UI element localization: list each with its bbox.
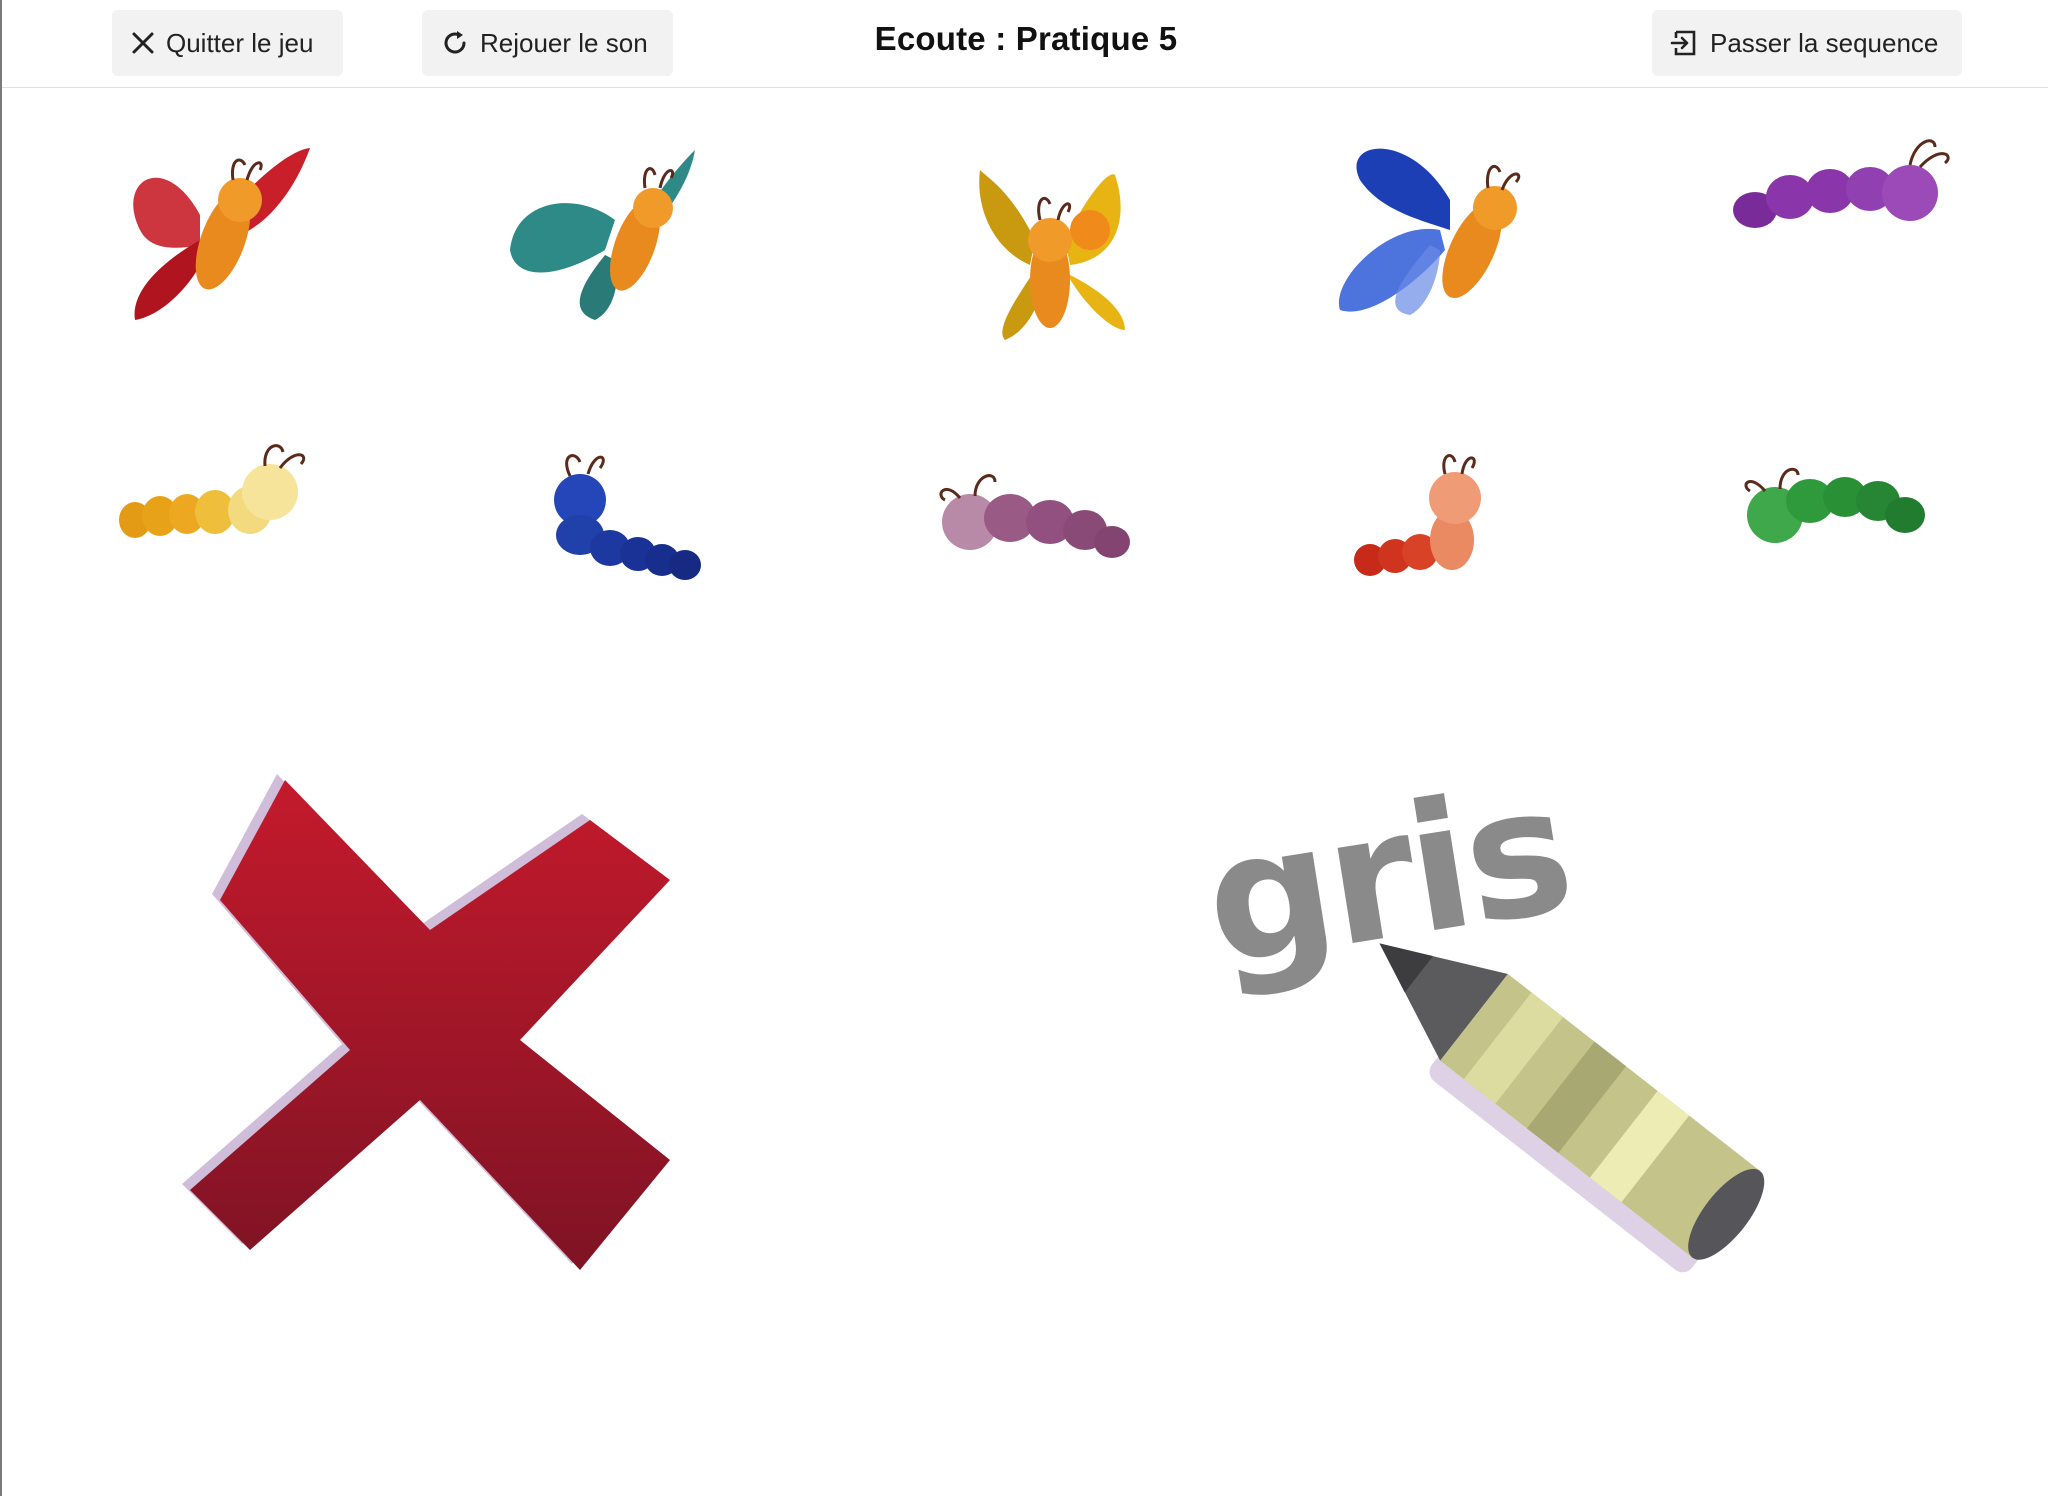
- blue-butterfly-icon: [1338, 148, 1521, 315]
- butterfly-teal-tile[interactable]: [505, 120, 735, 350]
- quit-game-button[interactable]: Quitter le jeu: [112, 10, 343, 76]
- butterfly-yellow-tile[interactable]: [940, 130, 1170, 360]
- yellow-caterpillar-icon: [119, 444, 306, 538]
- top-bar: Quitter le jeu Rejouer le son Ecoute : P…: [2, 0, 2048, 88]
- red-cross-icon: [182, 774, 670, 1270]
- teal-butterfly-icon: [510, 150, 695, 320]
- red-butterfly-icon: [133, 148, 310, 320]
- close-icon: [130, 30, 156, 56]
- caterpillar-mauve-tile[interactable]: [920, 440, 1150, 670]
- caterpillar-blue-tile[interactable]: [530, 430, 760, 660]
- purple-caterpillar-icon: [1733, 139, 1950, 228]
- caterpillar-red-tile[interactable]: [1340, 430, 1570, 660]
- red-caterpillar-icon: [1354, 454, 1481, 576]
- reload-icon: [440, 28, 470, 58]
- color-word-label: gris: [1192, 746, 1582, 1006]
- skip-sequence-label: Passer la sequence: [1710, 27, 1939, 58]
- game-screen: Quitter le jeu Rejouer le son Ecoute : P…: [0, 0, 2048, 1496]
- butterfly-blue-tile[interactable]: [1310, 120, 1540, 350]
- butterfly-red-tile[interactable]: [105, 120, 335, 350]
- window-edge: [0, 0, 2, 1496]
- caterpillar-green-tile[interactable]: [1730, 425, 1960, 655]
- replay-sound-label: Rejouer le son: [480, 27, 648, 58]
- skip-sequence-button[interactable]: Passer la sequence: [1652, 10, 1962, 76]
- replay-sound-button[interactable]: Rejouer le son: [422, 10, 673, 76]
- blue-caterpillar-icon: [554, 454, 701, 580]
- yellow-butterfly-icon: [979, 170, 1125, 340]
- exit-sequence-icon: [1670, 28, 1700, 58]
- mauve-caterpillar-icon: [939, 474, 1130, 558]
- caterpillar-purple-tile[interactable]: [1725, 115, 1955, 345]
- quit-game-label: Quitter le jeu: [166, 27, 314, 58]
- no-answer-card[interactable]: [170, 760, 850, 1400]
- page-title: Ecoute : Pratique 5: [874, 20, 1178, 57]
- green-caterpillar-icon: [1744, 467, 1925, 543]
- caterpillar-yellow-tile[interactable]: [115, 420, 345, 650]
